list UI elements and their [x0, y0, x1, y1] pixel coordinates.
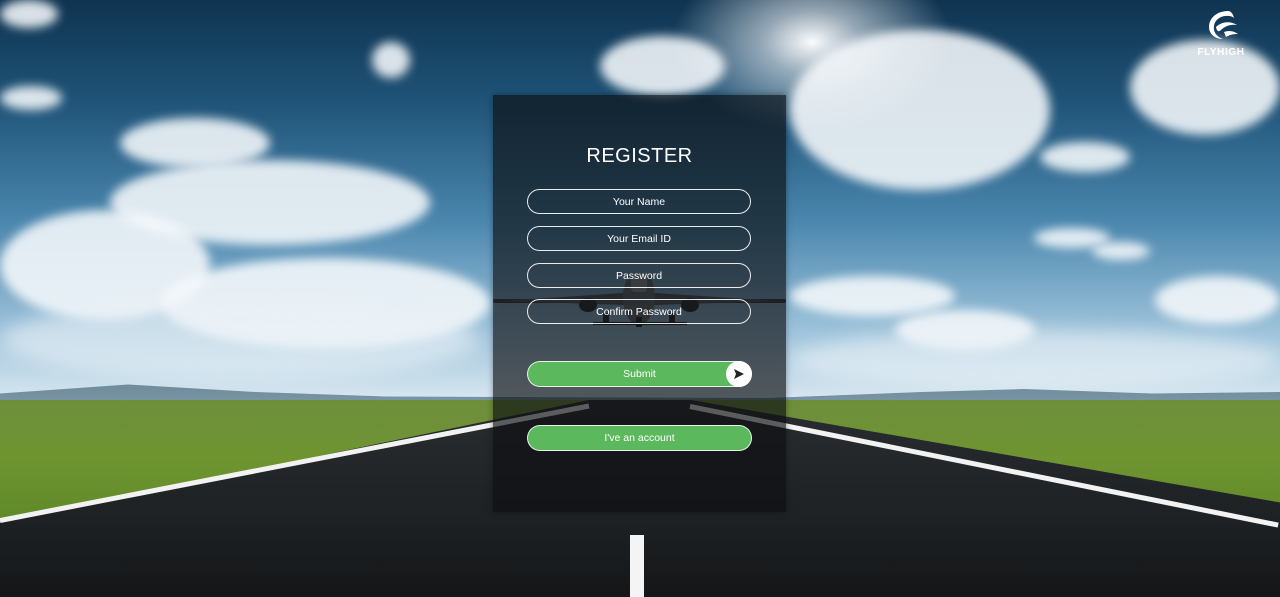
- runway-center-dash: [630, 535, 644, 597]
- have-account-label: I've an account: [604, 432, 675, 444]
- cloud: [790, 330, 1280, 390]
- cloud: [790, 276, 955, 316]
- password-field[interactable]: [527, 263, 751, 288]
- email-field[interactable]: [527, 226, 751, 251]
- bird-logo-icon: [1191, 8, 1251, 44]
- cloud: [790, 30, 1050, 190]
- have-account-button[interactable]: I've an account: [527, 425, 752, 451]
- brand-logo: FLYHIGH: [1191, 8, 1251, 58]
- register-panel: REGISTER Submit I've an account: [493, 95, 786, 512]
- cloud: [372, 42, 410, 78]
- cloud: [0, 86, 62, 110]
- cloud: [0, 0, 58, 28]
- cloud: [1155, 276, 1280, 324]
- confirm-password-field[interactable]: [527, 299, 751, 324]
- submit-button[interactable]: Submit: [527, 361, 752, 387]
- register-title: REGISTER: [586, 145, 693, 167]
- brand-name: FLYHIGH: [1197, 47, 1245, 58]
- cloud: [0, 300, 480, 380]
- cloud: [600, 36, 725, 96]
- submit-label: Submit: [623, 368, 656, 380]
- cloud: [1040, 142, 1130, 172]
- cloud: [1092, 242, 1150, 260]
- send-arrow-icon[interactable]: [726, 361, 752, 387]
- name-field[interactable]: [527, 189, 751, 214]
